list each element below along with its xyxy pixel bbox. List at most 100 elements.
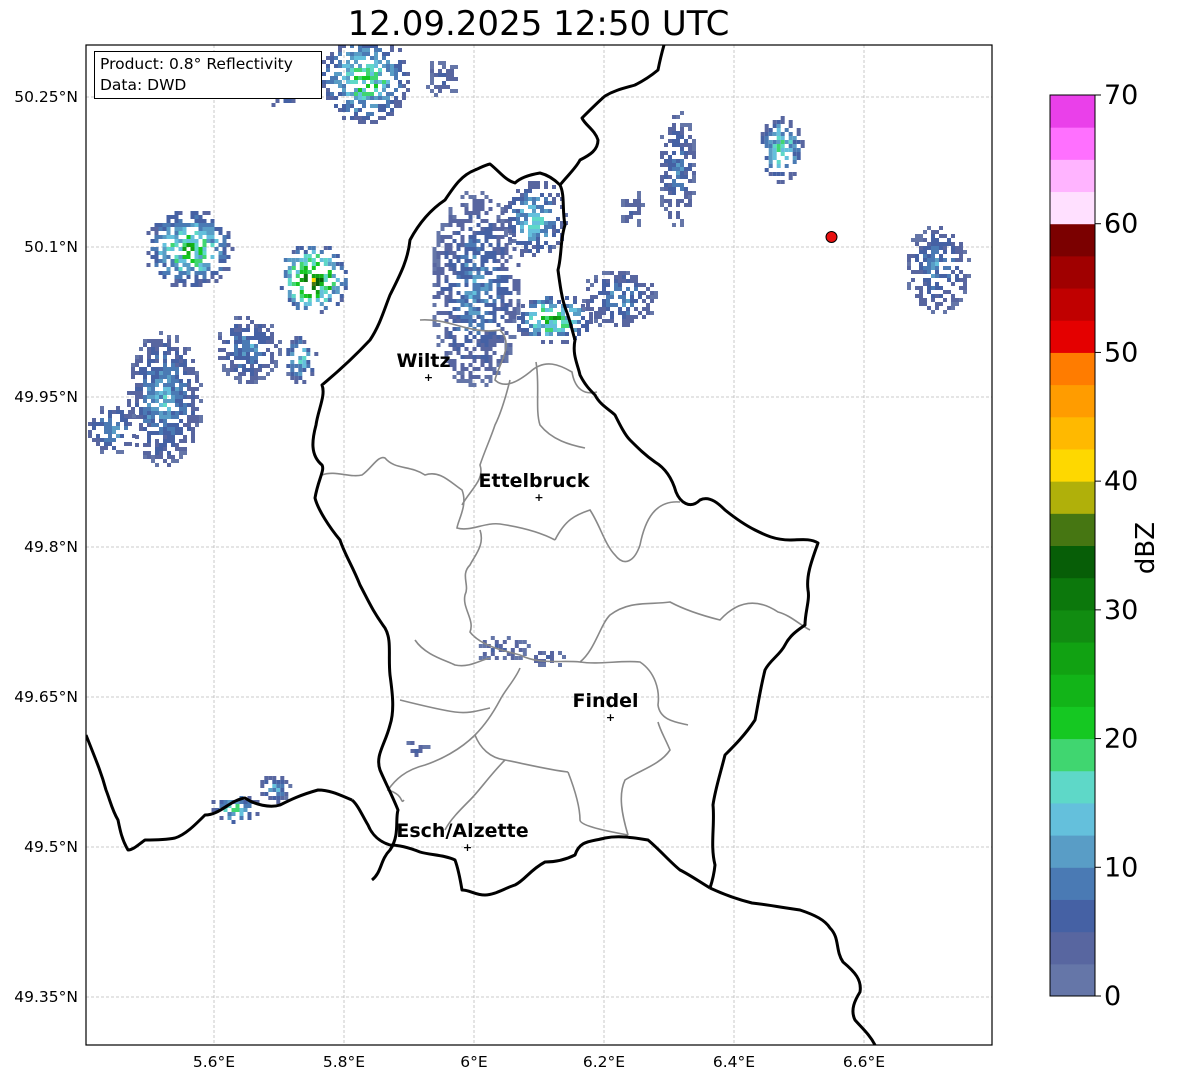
echo-pixel: [128, 410, 132, 414]
echo-pixel: [143, 443, 147, 447]
echo-pixel: [346, 104, 350, 108]
echo-pixel: [504, 243, 509, 247]
echo-pixel: [541, 340, 545, 344]
echo-pixel: [175, 427, 179, 431]
echo-pixel: [438, 73, 442, 77]
echo-pixel: [154, 263, 159, 267]
echo-pixel: [366, 84, 370, 88]
echo-pixel: [955, 258, 959, 262]
echo-pixel: [151, 379, 155, 383]
echo-pixel: [553, 328, 557, 332]
echo-pixel: [637, 203, 641, 207]
map-frame: [85, 44, 993, 1046]
echo-pixel: [456, 307, 461, 311]
echo-pixel: [159, 431, 163, 435]
echo-pixel: [959, 242, 963, 246]
echo-pixel: [516, 311, 521, 315]
echo-pixel: [602, 291, 606, 295]
echo-pixel: [460, 275, 465, 279]
echo-pixel: [230, 332, 234, 336]
echo-pixel: [468, 351, 473, 355]
echo-pixel: [963, 278, 967, 282]
echo-pixel: [362, 104, 366, 108]
echo-pixel: [323, 278, 328, 282]
echo-pixel: [448, 267, 453, 271]
echo-pixel: [496, 283, 501, 287]
echo-pixel: [951, 270, 955, 274]
echo-pixel: [464, 303, 469, 307]
echo-pixel: [456, 347, 461, 351]
echo-pixel: [258, 336, 262, 340]
echo-pixel: [524, 245, 528, 249]
echo-pixel: [529, 316, 533, 320]
echo-pixel: [143, 375, 147, 379]
echo-pixel: [436, 323, 441, 327]
echo-pixel: [504, 233, 508, 237]
echo-pixel: [541, 300, 545, 304]
echo-pixel: [935, 282, 939, 286]
echo-pixel: [294, 372, 299, 376]
echo-pixel: [634, 283, 638, 287]
echo-pixel: [512, 197, 516, 201]
echo-pixel: [127, 399, 131, 403]
echo-pixel: [139, 367, 143, 371]
echo-pixel: [315, 274, 320, 278]
echo-pixel: [549, 300, 553, 304]
echo-pixel: [104, 422, 108, 426]
echo-pixel: [242, 340, 246, 344]
echo-pixel: [182, 231, 187, 235]
echo-pixel: [637, 199, 641, 203]
echo-pixel: [230, 328, 234, 332]
echo-pixel: [520, 229, 524, 233]
echo-pixel: [374, 56, 378, 60]
echo-pixel: [545, 308, 549, 312]
echo-pixel: [350, 116, 354, 120]
echo-pixel: [672, 115, 676, 119]
echo-cell: [582, 271, 658, 327]
echo-pixel: [524, 201, 528, 205]
echo-pixel: [780, 148, 785, 152]
echo-pixel: [314, 352, 319, 356]
echo-pixel: [508, 311, 513, 315]
echo-pixel: [680, 223, 684, 227]
echo-pixel: [386, 80, 390, 84]
colorbar-tick-label: 20: [1104, 724, 1138, 755]
echo-pixel: [618, 271, 622, 275]
echo-pixel: [452, 231, 457, 235]
echo-pixel: [183, 347, 187, 351]
echo-pixel: [764, 156, 769, 160]
echo-pixel: [504, 219, 509, 223]
echo-pixel: [549, 332, 553, 336]
echo-pixel: [450, 77, 454, 81]
echo-pixel: [147, 451, 151, 455]
echo-pixel: [210, 255, 215, 259]
echo-pixel: [788, 132, 793, 136]
echo-pixel: [147, 339, 151, 343]
echo-pixel: [258, 376, 262, 380]
info-box: Product: 0.8° Reflectivity Data: DWD: [94, 51, 322, 99]
echo-pixel: [622, 323, 626, 327]
echo-pixel: [96, 434, 100, 438]
echo-pixel: [553, 316, 557, 320]
echo-pixel: [525, 328, 529, 332]
echo-pixel: [358, 100, 362, 104]
echo-pixel: [637, 219, 641, 223]
echo-pixel: [171, 411, 175, 415]
echo-pixel: [163, 351, 167, 355]
echo-pixel: [480, 363, 485, 367]
echo-pixel: [250, 344, 254, 348]
echo-pixel: [472, 287, 477, 291]
echo-pixel: [573, 312, 577, 316]
echo-pixel: [923, 238, 927, 242]
colorbar-tick-label: 0: [1104, 981, 1121, 1012]
echo-pixel: [772, 152, 777, 156]
echo-pixel: [179, 451, 183, 455]
echo-pixel: [549, 340, 553, 344]
echo-pixel: [234, 332, 238, 336]
echo-pixel: [342, 40, 346, 44]
echo-pixel: [500, 307, 505, 311]
echo-pixel: [339, 282, 344, 286]
echo-pixel: [768, 152, 773, 156]
echo-pixel: [162, 223, 167, 227]
echo-pixel: [186, 235, 191, 239]
